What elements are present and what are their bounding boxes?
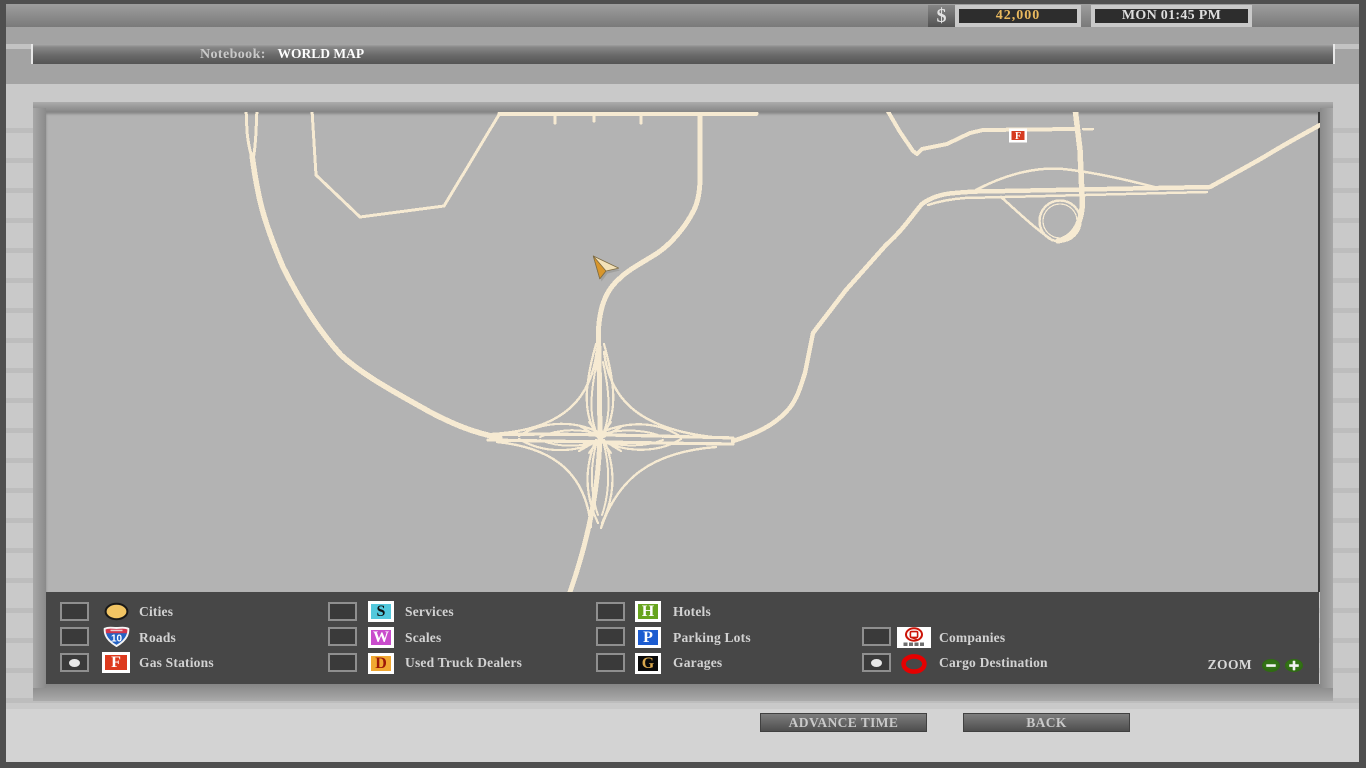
svg-text:10: 10: [111, 634, 123, 645]
svg-text:F: F: [1015, 131, 1021, 142]
